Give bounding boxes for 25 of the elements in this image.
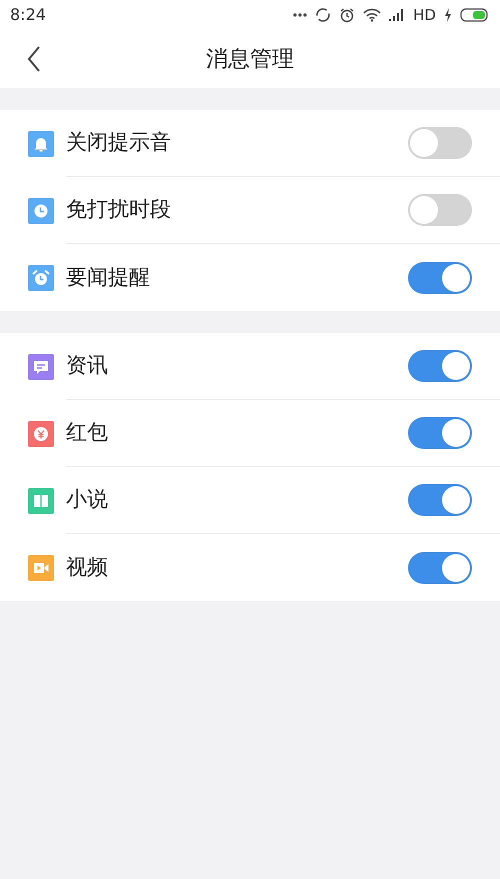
setting-label: 红包 [66, 419, 109, 446]
network-type: HD [413, 4, 436, 26]
toggle-switch[interactable] [408, 417, 472, 449]
setting-label: 免打扰时段 [66, 196, 172, 224]
status-time: 8:24 [10, 4, 46, 26]
wifi-icon [363, 8, 382, 22]
signal-icon [389, 9, 406, 21]
toggle-switch[interactable] [408, 262, 472, 294]
back-chevron-icon [27, 45, 41, 73]
toggle-switch[interactable] [408, 350, 472, 382]
toggle-switch[interactable] [408, 194, 472, 226]
battery-icon [460, 8, 490, 22]
sync-icon [315, 7, 332, 23]
charging-icon [444, 8, 452, 22]
setting-label: 要闻提醒 [66, 264, 151, 291]
toggle-switch[interactable] [408, 484, 472, 516]
toggle-switch[interactable] [408, 552, 472, 584]
more-dots-icon [293, 13, 308, 17]
setting-label: 小说 [66, 486, 109, 514]
setting-label: 视频 [66, 554, 109, 581]
setting-label: 资讯 [66, 352, 109, 380]
alarm-icon [339, 7, 356, 23]
page-title: 消息管理 [206, 46, 294, 74]
setting-label: 关闭提示音 [66, 129, 172, 156]
toggle-switch[interactable] [408, 127, 472, 159]
